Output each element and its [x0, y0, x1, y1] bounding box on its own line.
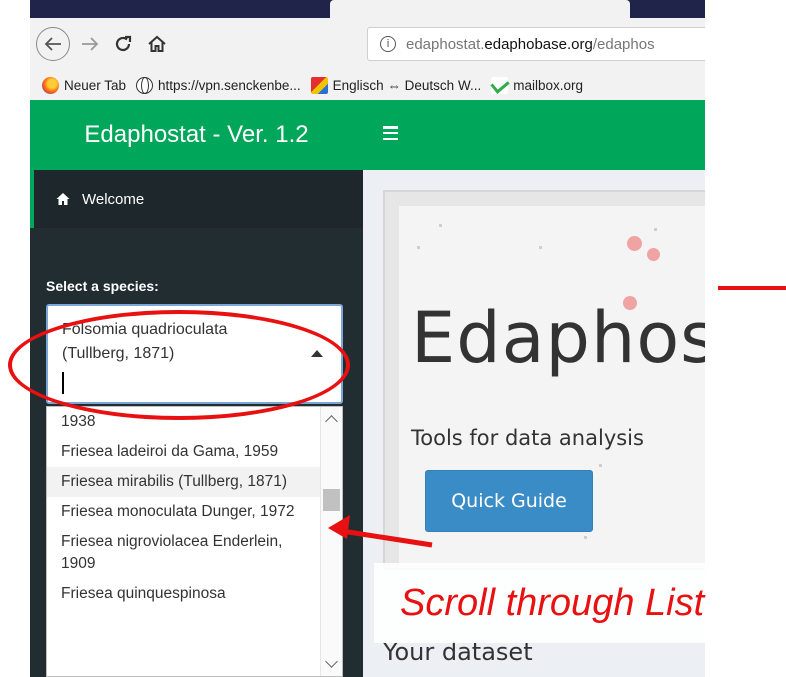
navigation-bar: i edaphostat. edaphobase.org/edaphos	[30, 18, 705, 70]
dropdown-option[interactable]: Friesea nigroviolacea Enderlein, 1909	[47, 527, 320, 579]
url-prefix: edaphostat.	[406, 35, 485, 53]
sidebar-item-label: Welcome	[82, 190, 145, 208]
globe-icon	[136, 76, 154, 94]
decor-dot	[599, 464, 602, 467]
decor-circle	[647, 248, 660, 261]
app-header: Edaphostat - Ver. 1.2	[30, 100, 705, 170]
arrow-left-icon	[44, 37, 61, 51]
bookmark-label: mailbox.org	[513, 77, 583, 93]
decor-dot	[417, 246, 420, 249]
bookmark-label: Englisch ⇔ Deutsch W...	[332, 77, 482, 93]
home-button[interactable]	[142, 27, 172, 61]
bookmark-label: https://vpn.senckenbe...	[158, 77, 301, 93]
address-bar[interactable]: i edaphostat. edaphobase.org/edaphos	[367, 27, 705, 61]
decor-dot	[654, 228, 657, 231]
dropdown-option[interactable]: Friesea monoculata Dunger, 1972	[47, 497, 320, 527]
top-navbar	[363, 100, 705, 170]
arrow-left-icon	[328, 515, 433, 548]
quick-guide-button[interactable]: Quick Guide	[425, 470, 593, 532]
back-button[interactable]	[36, 27, 70, 61]
decor-dot	[584, 536, 587, 539]
bookmark-label: Neuer Tab	[64, 77, 127, 93]
bookmark-dictionary[interactable]: Englisch ⇔ Deutsch W...	[310, 76, 482, 94]
forward-button[interactable]	[78, 27, 102, 61]
bookmark-vpn[interactable]: https://vpn.senckenbe...	[136, 76, 301, 94]
page-title: Edaphos	[411, 297, 705, 379]
browser-window: i edaphostat. edaphobase.org/edaphos Neue…	[30, 0, 705, 100]
annotation-caption: Scroll through List	[400, 582, 705, 624]
bookmark-mailbox[interactable]: mailbox.org	[491, 76, 583, 94]
active-tab[interactable]	[330, 0, 630, 18]
species-dropdown[interactable]: 1938 Friesea ladeiroi da Gama, 1959 Frie…	[46, 406, 343, 677]
scroll-up-icon[interactable]	[325, 415, 338, 428]
dropdown-option-highlighted[interactable]: Friesea mirabilis (Tullberg, 1871)	[47, 467, 320, 497]
dropdown-option[interactable]: Friesea ladeiroi da Gama, 1959	[47, 437, 320, 467]
home-icon	[148, 35, 166, 52]
species-select-label: Select a species:	[46, 278, 159, 294]
app-brand[interactable]: Edaphostat - Ver. 1.2	[30, 100, 363, 170]
dropdown-list: 1938 Friesea ladeiroi da Gama, 1959 Frie…	[47, 407, 320, 609]
decor-dot	[539, 246, 542, 249]
scroll-down-icon[interactable]	[325, 655, 338, 668]
page-subtitle: Tools for data analysis	[411, 426, 644, 450]
reload-icon	[115, 35, 132, 52]
bookmark-neuer-tab[interactable]: Neuer Tab	[42, 76, 127, 94]
dropdown-option[interactable]: Friesea quinquespinosa	[47, 579, 320, 609]
firefox-icon	[42, 76, 59, 94]
dictionary-icon	[310, 76, 328, 94]
decor-dot	[439, 224, 442, 227]
arrow-right-icon	[82, 37, 99, 51]
sidebar: Welcome Select a species: Folsomia quadr…	[30, 170, 363, 677]
reload-button[interactable]	[110, 27, 136, 61]
annotation-line	[718, 286, 786, 290]
decor-circle	[627, 236, 642, 251]
highlight-ellipse	[8, 310, 350, 420]
home-icon	[56, 193, 70, 205]
url-suffix: /edaphos	[592, 35, 655, 53]
info-icon[interactable]: i	[380, 36, 396, 52]
url-domain: edaphobase.org	[484, 35, 593, 53]
menu-toggle-icon[interactable]	[383, 126, 398, 140]
bookmarks-bar: Neuer Tab https://vpn.senckenbe... Engli…	[30, 70, 705, 100]
tab-strip	[30, 0, 705, 18]
sidebar-item-welcome[interactable]: Welcome	[30, 170, 363, 228]
mail-icon	[491, 76, 509, 94]
